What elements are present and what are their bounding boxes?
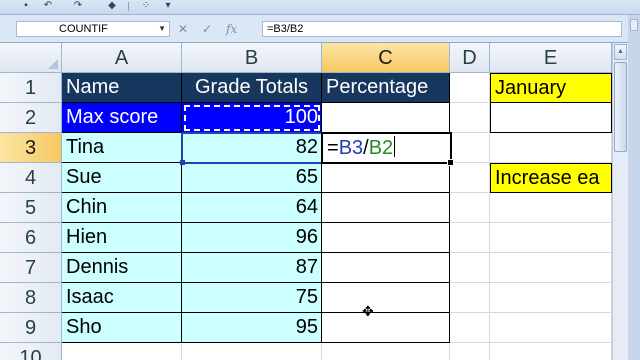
cell-a8[interactable]: Isaac [62,283,182,313]
cell-a9[interactable]: Sho [62,313,182,343]
column-header-a[interactable]: A [62,43,182,73]
cell-a6[interactable]: Hien [62,223,182,253]
row-header-1[interactable]: 1 [0,73,62,103]
cell-d1[interactable] [450,73,490,103]
formula-ref-b3: B3 [338,137,364,159]
text-caret [394,136,396,157]
cell-a5[interactable]: Chin [62,193,182,223]
cell-a4[interactable]: Sue [62,163,182,193]
cell-e5[interactable] [490,193,612,223]
cell-b4[interactable]: 65 [182,163,322,193]
cell-b7[interactable]: 87 [182,253,322,283]
cell-c2[interactable] [322,103,450,133]
vertical-scrollbar[interactable]: ▲ [612,43,628,360]
cell-d10[interactable] [450,343,490,360]
cell-d9[interactable] [450,313,490,343]
scroll-thumb[interactable] [614,62,627,152]
cell-a10[interactable] [62,343,182,360]
enter-icon[interactable]: ✓ [202,21,212,37]
chevron-down-icon[interactable]: ▼ [158,22,166,36]
cell-e9[interactable] [490,313,612,343]
cell-a7[interactable]: Dennis [62,253,182,283]
cell-c7[interactable] [322,253,450,283]
cell-e1[interactable]: January [490,73,612,103]
cell-c5[interactable] [322,193,450,223]
undo-icon[interactable]: ↶ [40,0,56,12]
save-icon[interactable]: ▪ [18,0,34,12]
row-header-4[interactable]: 4 [0,163,62,193]
cell-d2[interactable] [450,103,490,133]
cell-e10[interactable] [490,343,612,360]
qat-dropdown-icon[interactable]: ▾ [160,0,176,12]
row-header-10[interactable]: 10 [0,343,62,360]
cell-c10[interactable] [322,343,450,360]
cell-b2[interactable]: 100 [182,103,322,133]
cell-a1[interactable]: Name [62,73,182,103]
cell-d6[interactable] [450,223,490,253]
fx-icon[interactable]: fx [226,21,237,37]
cell-e2[interactable] [490,103,612,133]
cell-c1[interactable]: Percentage [322,73,450,103]
cell-b8[interactable]: 75 [182,283,322,313]
paint-icon[interactable]: ◆ [104,0,120,12]
spreadsheet-grid[interactable]: A B C D E 1 2 3 4 5 6 7 8 9 10 Name Grad… [0,43,612,360]
scroll-up-icon[interactable]: ▲ [614,44,627,60]
cell-b10[interactable] [182,343,322,360]
row-header-9[interactable]: 9 [0,313,62,343]
cell-c8[interactable] [322,283,450,313]
cell-c4[interactable] [322,163,450,193]
formula-buttons: ✕ ✓ fx [172,21,262,37]
cell-b9[interactable]: 95 [182,313,322,343]
cell-c6[interactable] [322,223,450,253]
formula-equals: = [327,137,339,159]
redo-icon[interactable]: ↷ [70,0,86,12]
cell-e8[interactable] [490,283,612,313]
cell-e3[interactable] [490,133,612,163]
cell-b5[interactable]: 64 [182,193,322,223]
cell-d4[interactable] [450,163,490,193]
row-header-2[interactable]: 2 [0,103,62,133]
column-header-d[interactable]: D [450,43,490,73]
cell-d8[interactable] [450,283,490,313]
row-header-6[interactable]: 6 [0,223,62,253]
cancel-icon[interactable]: ✕ [178,21,188,37]
row-header-5[interactable]: 5 [0,193,62,223]
column-header-e[interactable]: E [490,43,612,73]
cell-d3[interactable] [450,133,490,163]
cell-e6[interactable] [490,223,612,253]
cell-b6[interactable]: 96 [182,223,322,253]
fill-handle[interactable] [447,159,454,166]
formula-bar: COUNTIF ▼ ✕ ✓ fx =B3/B2 [0,15,640,43]
cell-b3[interactable]: 82 [182,133,322,163]
column-header-c[interactable]: C [322,43,450,73]
in-cell-editor[interactable]: =B3/B2 [327,134,396,162]
column-header-b[interactable]: B [182,43,322,73]
quick-access-toolbar: ▪ ↶ ↷ ◆ ⁘ ▾ [0,0,640,15]
row-header-3[interactable]: 3 [0,133,62,163]
move-cursor-icon: ✥ [362,303,374,319]
name-box-value: COUNTIF [59,23,108,35]
cell-e7[interactable] [490,253,612,283]
cell-c9[interactable] [322,313,450,343]
cell-d5[interactable] [450,193,490,223]
cell-e4[interactable]: Increase ea [490,163,612,193]
window-right-edge [628,15,640,360]
cell-a2[interactable]: Max score [62,103,182,133]
select-all-corner[interactable] [0,43,62,73]
formula-text: =B3/B2 [267,23,304,35]
formula-ref-b2: B2 [368,137,394,159]
cell-d7[interactable] [450,253,490,283]
cell-b1[interactable]: Grade Totals [182,73,322,103]
cell-a3[interactable]: Tina [62,133,182,163]
formula-input[interactable]: =B3/B2 [262,21,622,37]
split-handle-icon[interactable] [630,19,638,31]
row-header-7[interactable]: 7 [0,253,62,283]
decimal-icon[interactable]: ⁘ [138,0,154,12]
row-header-8[interactable]: 8 [0,283,62,313]
name-box[interactable]: COUNTIF ▼ [16,21,170,37]
